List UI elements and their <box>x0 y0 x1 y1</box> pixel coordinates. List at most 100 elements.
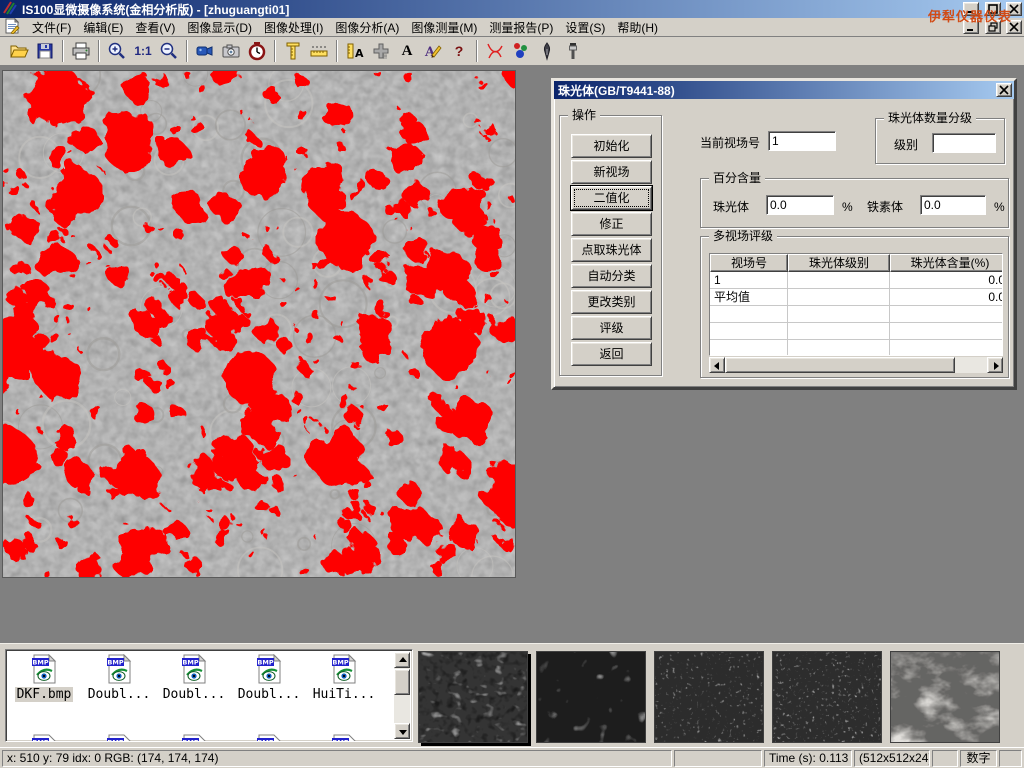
change-class-button[interactable]: 更改类别 <box>571 290 652 314</box>
minimize-button[interactable] <box>963 2 979 16</box>
grid-cross-button[interactable] <box>368 39 394 63</box>
current-view-input[interactable] <box>768 131 836 151</box>
pearlite-percent-input[interactable] <box>766 195 834 215</box>
binarize-button[interactable]: 二值化 <box>571 186 652 210</box>
open-icon <box>9 41 29 61</box>
brush-tool-button[interactable] <box>560 39 586 63</box>
measure-text-button[interactable]: A <box>342 39 368 63</box>
col-field-no[interactable]: 视场号 <box>710 254 788 272</box>
thumbnail-1[interactable] <box>418 651 528 743</box>
open-button[interactable] <box>6 39 32 63</box>
menu-settings[interactable]: 设置(S) <box>559 17 611 38</box>
text-label-button[interactable]: A <box>394 39 420 63</box>
zoom-in-button[interactable] <box>104 39 130 63</box>
metallograph-image[interactable] <box>2 70 516 578</box>
menu-image-display[interactable]: 图像显示(D) <box>181 17 258 38</box>
file-name[interactable]: Doubl... <box>236 687 303 702</box>
zoom-out-button[interactable] <box>156 39 182 63</box>
scroll-track[interactable] <box>725 357 987 373</box>
curve-tool-button[interactable] <box>482 39 508 63</box>
pick-pearlite-button[interactable]: 点取珠光体 <box>571 238 652 262</box>
menu-edit[interactable]: 编辑(E) <box>77 17 129 38</box>
scroll-right-button[interactable] <box>987 357 1003 373</box>
file-item-partial[interactable]: BMP <box>158 734 230 742</box>
return-button[interactable]: 返回 <box>571 342 652 366</box>
ferrite-percent-input[interactable] <box>920 195 986 215</box>
initialize-button[interactable]: 初始化 <box>571 134 652 158</box>
scroll-left-button[interactable] <box>709 357 725 373</box>
file-name[interactable]: Doubl... <box>86 687 153 702</box>
scroll-thumb[interactable] <box>394 669 410 695</box>
new-field-button[interactable]: 新视场 <box>571 160 652 184</box>
dialog-close-button[interactable] <box>996 83 1012 97</box>
actual-size-button[interactable]: 1:1 <box>130 39 156 63</box>
file-name[interactable]: DKF.bmp <box>15 687 74 702</box>
file-item[interactable]: BMP DKF.bmp <box>8 654 80 702</box>
file-list-scrollbar[interactable] <box>394 652 410 739</box>
correct-button[interactable]: 修正 <box>571 212 652 236</box>
timer-clock-button[interactable] <box>244 39 270 63</box>
menu-measure-report[interactable]: 测量报告(P) <box>483 17 559 38</box>
thumbnail-3[interactable] <box>654 651 764 743</box>
table-row[interactable] <box>710 323 1003 340</box>
file-item-partial[interactable]: BMP <box>83 734 155 742</box>
count-balls-button[interactable] <box>508 39 534 63</box>
table-row[interactable]: 1 0.0 <box>710 272 1003 289</box>
file-item[interactable]: BMP Doubl... <box>83 654 155 702</box>
table-h-scrollbar[interactable] <box>709 357 1003 373</box>
scroll-down-button[interactable] <box>394 723 410 739</box>
auto-classify-button[interactable]: 自动分类 <box>571 264 652 288</box>
save-button[interactable] <box>32 39 58 63</box>
file-item[interactable]: BMP Doubl... <box>158 654 230 702</box>
menu-image-analysis[interactable]: 图像分析(A) <box>329 17 405 38</box>
menu-image-measure[interactable]: 图像测量(M) <box>405 17 483 38</box>
file-name[interactable]: HuiTi... <box>311 687 378 702</box>
col-pearlite-grade[interactable]: 珠光体级别 <box>788 254 890 272</box>
table-row[interactable] <box>710 306 1003 323</box>
text-edit-button[interactable]: A <box>420 39 446 63</box>
ruler-button[interactable] <box>306 39 332 63</box>
menu-image-process[interactable]: 图像处理(I) <box>258 17 329 38</box>
video-camera-button[interactable] <box>192 39 218 63</box>
svg-text:BMP: BMP <box>182 659 198 667</box>
multi-field-group: 多视场评级 视场号 珠光体级别 珠光体含量(%) 铁素体含量(%) 1 0.0 … <box>700 236 1009 378</box>
col-pearlite-content[interactable]: 珠光体含量(%) <box>890 254 1003 272</box>
file-name[interactable]: Doubl... <box>161 687 228 702</box>
file-item[interactable]: BMP Doubl... <box>233 654 305 702</box>
dialog-title-bar[interactable]: 珠光体(GB/T9441-88) <box>554 81 1014 99</box>
maximize-button[interactable] <box>985 2 1001 16</box>
grade-input[interactable] <box>932 133 996 153</box>
menu-view[interactable]: 查看(V) <box>129 17 181 38</box>
help-button[interactable]: ? <box>446 39 472 63</box>
scroll-up-button[interactable] <box>394 652 410 668</box>
file-item-partial[interactable]: BMP <box>308 734 380 742</box>
file-item-partial[interactable]: BMP <box>233 734 305 742</box>
child-minimize-button[interactable] <box>963 20 979 34</box>
camera-capture-button[interactable] <box>218 39 244 63</box>
percent-group: 百分含量 珠光体 % 铁素体 % <box>700 178 1009 228</box>
grade-group-label: 珠光体数量分级 <box>884 111 976 125</box>
svg-text:BMP: BMP <box>182 739 198 743</box>
menu-file[interactable]: 文件(F) <box>26 17 77 38</box>
print-button[interactable] <box>68 39 94 63</box>
close-button[interactable] <box>1006 2 1022 16</box>
scroll-thumb[interactable] <box>725 357 955 373</box>
pen-tool-button[interactable] <box>534 39 560 63</box>
file-item-partial[interactable]: BMP <box>8 734 80 742</box>
table-row[interactable]: 平均值 0.0 <box>710 289 1003 306</box>
toolbar: 1:1 A A A ? <box>0 37 1024 66</box>
child-restore-button[interactable] <box>985 20 1001 34</box>
file-item[interactable]: BMP HuiTi... <box>308 654 380 702</box>
caliper-button[interactable] <box>280 39 306 63</box>
thumbnail-5[interactable] <box>890 651 1000 743</box>
thumbnail-4[interactable] <box>772 651 882 743</box>
grade-button[interactable]: 评级 <box>571 316 652 340</box>
menu-help[interactable]: 帮助(H) <box>611 17 664 38</box>
svg-text:A: A <box>355 47 364 60</box>
thumbnail-2[interactable] <box>536 651 646 743</box>
grading-table[interactable]: 视场号 珠光体级别 珠光体含量(%) 铁素体含量(%) 1 0.0 平均值 0.… <box>709 253 1003 356</box>
file-list[interactable]: BMP DKF.bmp BMP Doubl... BMP Doubl... <box>5 649 413 742</box>
table-row[interactable] <box>710 340 1003 356</box>
child-close-button[interactable] <box>1006 20 1022 34</box>
arrow-right-icon <box>994 362 999 370</box>
